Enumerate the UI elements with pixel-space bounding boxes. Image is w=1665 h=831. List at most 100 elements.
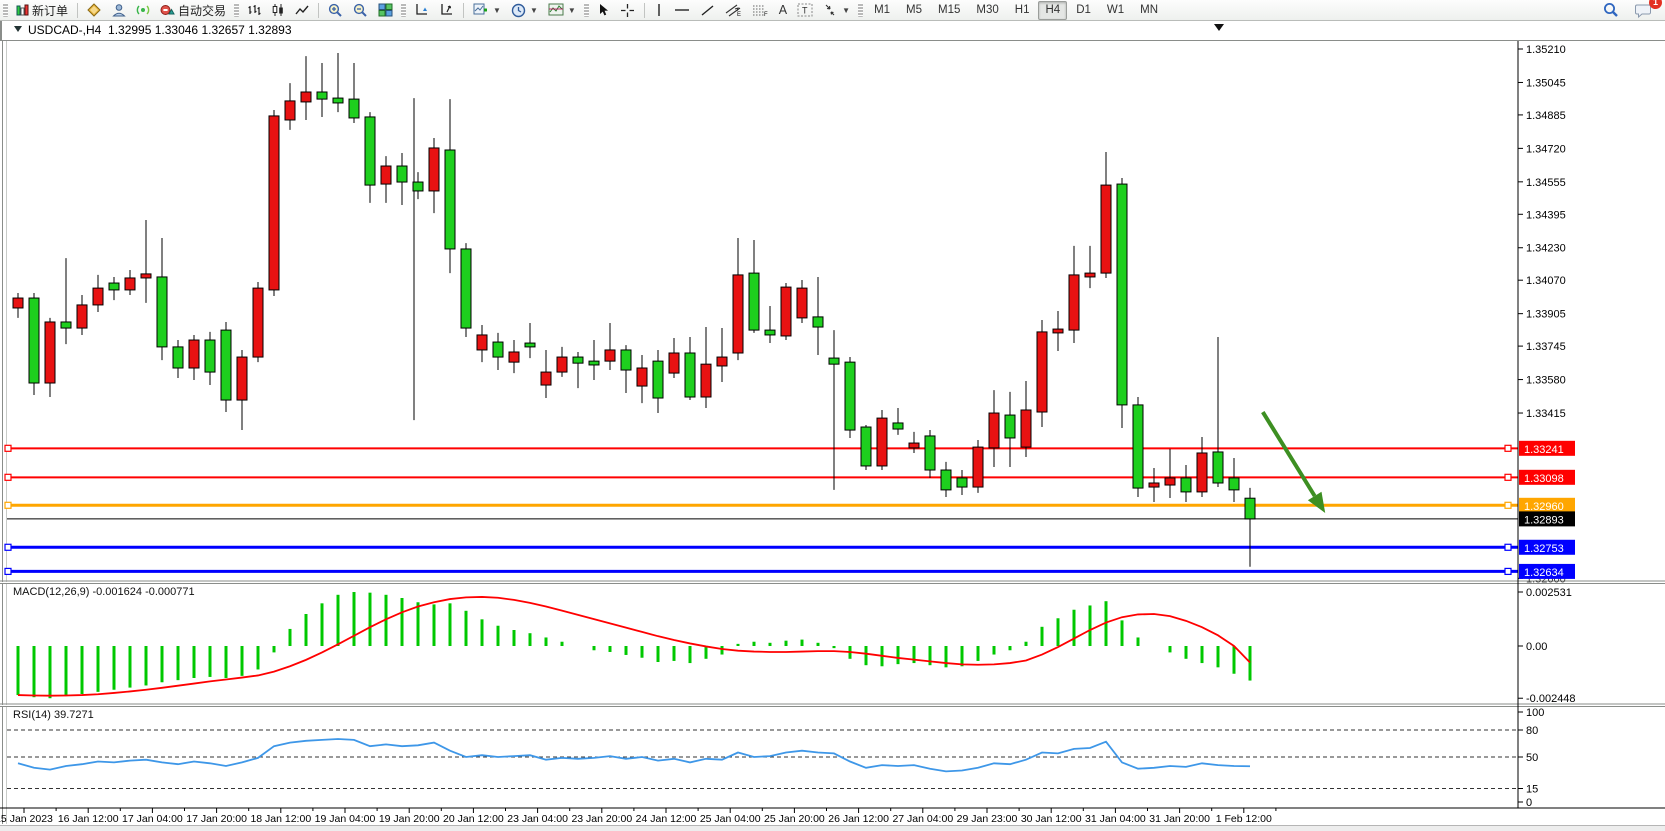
- svg-text:1.33745: 1.33745: [1526, 341, 1566, 353]
- chart-canvas[interactable]: 1.352101.350451.348851.347201.345551.343…: [0, 0, 1665, 831]
- timeframe-button-H1[interactable]: H1: [1008, 1, 1037, 20]
- main-toolbar: 新订单 自动交易 ▼ ▼ ▼ E F A T ▼: [0, 0, 1665, 21]
- arrows-tool-button[interactable]: ▼: [818, 0, 855, 20]
- price-badges: 1.332411.330981.329601.328931.327531.326…: [1519, 441, 1575, 579]
- mt4-terminal: 新订单 自动交易 ▼ ▼ ▼ E F A T ▼: [0, 0, 1665, 831]
- hline-handle[interactable]: [5, 474, 11, 480]
- indicator-window-button[interactable]: [409, 0, 434, 20]
- timeframe-button-M5[interactable]: M5: [899, 1, 929, 20]
- text-tool-button[interactable]: A: [774, 0, 792, 20]
- fibonacci-tool-button[interactable]: F: [747, 0, 774, 20]
- cursor-tool-button[interactable]: [592, 0, 615, 20]
- line-chart-mode-button[interactable]: [290, 0, 314, 20]
- crosshair-icon: [620, 3, 635, 18]
- candles-layer: [13, 53, 1255, 567]
- svg-text:1.34885: 1.34885: [1526, 110, 1566, 122]
- hline-handle[interactable]: [1505, 568, 1511, 574]
- hline-handle[interactable]: [1505, 474, 1511, 480]
- candle-body: [973, 447, 983, 487]
- candle-body: [765, 330, 775, 335]
- horizontal-line-tool-button[interactable]: [669, 0, 695, 20]
- candle-body: [493, 342, 503, 357]
- text-label-tool-button[interactable]: T: [792, 0, 818, 20]
- zoom-in-button[interactable]: [323, 0, 348, 20]
- add-indicator-button[interactable]: ▼: [468, 0, 506, 20]
- candle-chart-mode-button[interactable]: [266, 0, 290, 20]
- time-axis-label: 16 Jan 12:00: [58, 813, 119, 825]
- candle-body: [653, 361, 663, 398]
- candle-body: [93, 288, 103, 305]
- toolbar-grip[interactable]: [401, 3, 406, 17]
- bar-chart-mode-button[interactable]: [242, 0, 266, 20]
- time-axis-label: 30 Jan 12:00: [1021, 813, 1082, 825]
- equidistant-channel-tool-button[interactable]: E: [720, 0, 747, 20]
- candle-body: [253, 288, 263, 357]
- search-button[interactable]: [1598, 0, 1624, 20]
- hline-handle[interactable]: [1505, 544, 1511, 550]
- time-axis[interactable]: 15 Jan 202316 Jan 12:0017 Jan 04:0017 Ja…: [0, 808, 1276, 825]
- toolbar-grip[interactable]: [584, 3, 589, 17]
- text-label-icon: T: [797, 3, 813, 17]
- indicator-cursor-button[interactable]: [434, 0, 459, 20]
- auto-trading-button[interactable]: 自动交易: [155, 0, 231, 20]
- candle-body: [941, 470, 951, 490]
- hline-handle[interactable]: [1505, 445, 1511, 451]
- period-button[interactable]: ▼: [506, 0, 543, 20]
- tile-windows-button[interactable]: [373, 0, 398, 20]
- candle-body: [541, 372, 551, 385]
- chart-shift-marker-icon[interactable]: [1214, 24, 1224, 31]
- trendline-tool-button[interactable]: [695, 0, 720, 20]
- candle-body: [477, 335, 487, 350]
- candle-body: [1229, 478, 1239, 490]
- dropdown-arrow-icon: ▼: [568, 6, 576, 15]
- indicator-window-icon: [414, 3, 429, 17]
- rsi-panel: [7, 730, 1518, 789]
- candle-body: [1101, 185, 1111, 273]
- crosshair-tool-button[interactable]: [615, 0, 640, 20]
- time-axis-label: 1 Feb 12:00: [1216, 813, 1272, 825]
- hline-handle[interactable]: [5, 568, 11, 574]
- candle-body: [461, 249, 471, 328]
- new-order-button[interactable]: 新订单: [11, 0, 73, 20]
- collapse-triangle-icon[interactable]: [14, 26, 22, 32]
- svg-text:80: 80: [1526, 725, 1538, 737]
- candle-body: [365, 117, 375, 185]
- toolbar-grip[interactable]: [858, 3, 863, 17]
- timeframe-button-M15[interactable]: M15: [931, 1, 967, 20]
- candle-body: [269, 116, 279, 290]
- toolbar-grip[interactable]: [3, 3, 8, 17]
- candle-body: [829, 358, 839, 364]
- candle-body: [221, 330, 231, 400]
- macd-panel-label: MACD(12,26,9) -0.001624 -0.000771: [13, 586, 195, 598]
- candle-body: [1213, 452, 1223, 483]
- template-button[interactable]: ▼: [543, 0, 581, 20]
- candle-body: [589, 361, 599, 365]
- hline-handle[interactable]: [1505, 502, 1511, 508]
- candle-body: [301, 92, 311, 102]
- svg-text:T: T: [802, 6, 808, 16]
- timeframe-button-M1[interactable]: M1: [867, 1, 897, 20]
- down-arrow-annotation[interactable]: [1263, 412, 1315, 496]
- search-icon: [1603, 2, 1619, 18]
- candle-body: [1037, 332, 1047, 412]
- add-indicator-icon: [473, 3, 489, 18]
- zoom-out-button[interactable]: [348, 0, 373, 20]
- timeframe-button-M30[interactable]: M30: [969, 1, 1005, 20]
- hline-handle[interactable]: [5, 502, 11, 508]
- svg-text:1.33580: 1.33580: [1526, 375, 1566, 387]
- accounts-button[interactable]: [107, 0, 131, 20]
- toolbar-grip[interactable]: [234, 3, 239, 17]
- timeframe-button-D1[interactable]: D1: [1069, 1, 1098, 20]
- signals-button[interactable]: [131, 0, 155, 20]
- timeframe-button-MN[interactable]: MN: [1133, 1, 1165, 20]
- vertical-line-tool-button[interactable]: [649, 0, 669, 20]
- price-axis[interactable]: 1.352101.350451.348851.347201.345551.343…: [1518, 44, 1576, 809]
- hline-handle[interactable]: [5, 544, 11, 550]
- history-center-button[interactable]: [82, 0, 107, 20]
- candle-body: [349, 99, 359, 118]
- timeframe-button-H4[interactable]: H4: [1038, 1, 1067, 20]
- candle-body: [1181, 478, 1191, 492]
- chat-button[interactable]: 1: [1630, 0, 1657, 20]
- timeframe-button-W1[interactable]: W1: [1100, 1, 1131, 20]
- hline-handle[interactable]: [5, 445, 11, 451]
